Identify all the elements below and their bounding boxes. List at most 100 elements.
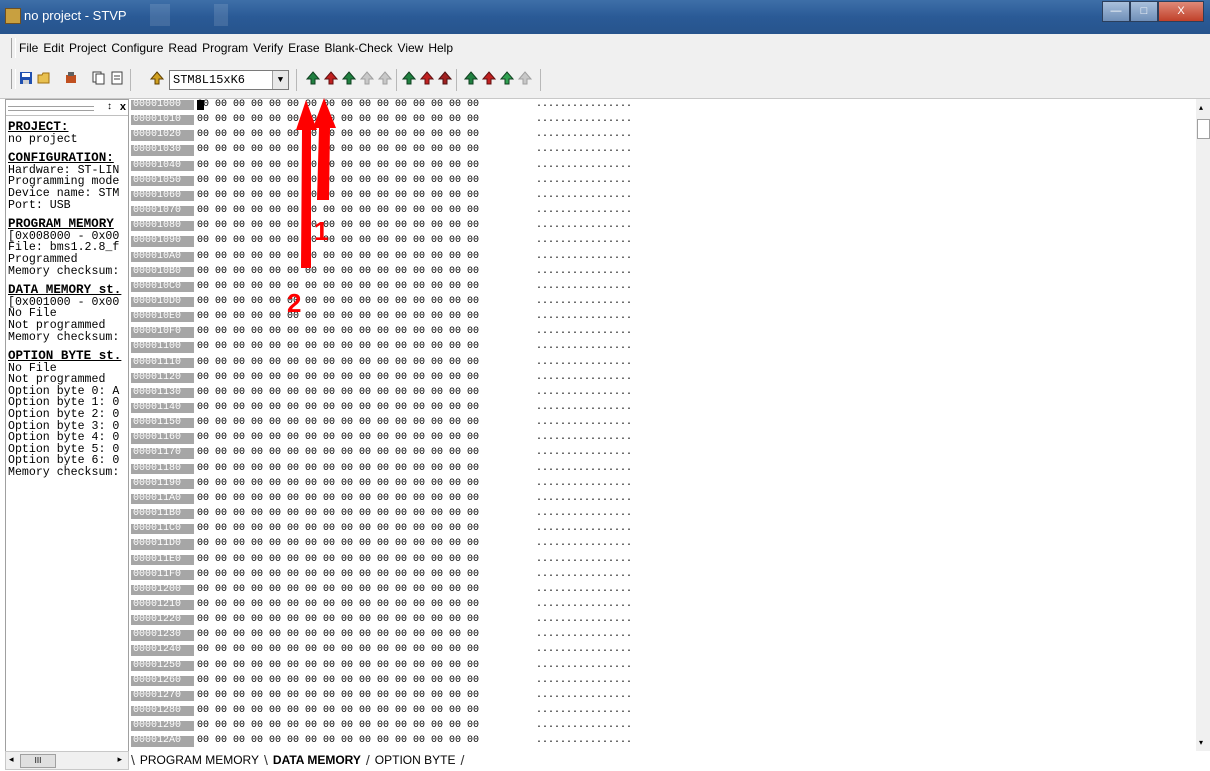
row-bytes[interactable]: 00 00 00 00 00 00 00 00 00 00 00 00 00 0… [197, 417, 479, 428]
row-bytes[interactable]: 00 00 00 00 00 00 00 00 00 00 00 00 00 0… [197, 554, 479, 565]
row-bytes[interactable]: 00 00 00 00 00 00 00 00 00 00 00 00 00 0… [197, 402, 479, 413]
menu-bar: File Edit Project Configure Read Program… [0, 34, 1210, 63]
scroll-up-icon[interactable]: ▴ [1199, 103, 1203, 112]
memory-hex-view[interactable]: 00001000 00 00 00 00 00 00 00 00 00 00 00… [131, 99, 1195, 751]
row-bytes[interactable]: 00 00 00 00 00 00 00 00 00 00 00 00 00 0… [197, 645, 479, 656]
row-ascii: ................ [536, 659, 633, 671]
scroll-thumb[interactable] [1197, 119, 1210, 139]
row-bytes[interactable]: 00 00 00 00 00 00 00 00 00 00 00 00 00 0… [197, 251, 479, 262]
row-bytes[interactable]: 00 00 00 00 00 00 00 00 00 00 00 00 00 0… [197, 99, 479, 110]
row-bytes[interactable]: 00 00 00 00 00 00 00 00 00 00 00 00 00 0… [197, 205, 479, 216]
close-button[interactable]: X [1158, 1, 1204, 22]
row-bytes[interactable]: 00 00 00 00 00 00 00 00 00 00 00 00 00 0… [197, 175, 479, 186]
menu-erase[interactable]: Erase [288, 41, 319, 55]
device-select[interactable]: STM8L15xK6 ▼ [169, 70, 289, 90]
read-current-tab-icon[interactable] [306, 71, 320, 85]
tab-program-memory[interactable]: PROGRAM MEMORY [137, 752, 262, 768]
row-bytes[interactable]: 00 00 00 00 00 00 00 00 00 00 00 00 00 0… [197, 220, 479, 231]
row-bytes[interactable]: 00 00 00 00 00 00 00 00 00 00 00 00 00 0… [197, 720, 479, 731]
row-bytes[interactable]: 00 00 00 00 00 00 00 00 00 00 00 00 00 0… [197, 129, 479, 140]
row-address: 00001000 [131, 99, 194, 111]
row-address: 00001190 [131, 478, 194, 490]
menu-configure[interactable]: Configure [111, 41, 163, 55]
program-current-tab-icon[interactable] [324, 71, 338, 85]
chevron-down-icon[interactable]: ▼ [272, 71, 288, 89]
close-panel-icon[interactable]: x [120, 101, 126, 113]
row-bytes[interactable]: 00 00 00 00 00 00 00 00 00 00 00 00 00 0… [197, 569, 479, 580]
read-option-icon[interactable] [464, 71, 478, 85]
pin-icon[interactable]: ↕ [107, 101, 112, 112]
row-bytes[interactable]: 00 00 00 00 00 00 00 00 00 00 00 00 00 0… [197, 660, 479, 671]
row-bytes[interactable]: 00 00 00 00 00 00 00 00 00 00 00 00 00 0… [197, 236, 479, 247]
menu-verify[interactable]: Verify [253, 41, 283, 55]
program-chip-icon[interactable] [64, 71, 78, 85]
menu-file[interactable]: File [19, 41, 38, 55]
row-ascii: ................ [536, 432, 633, 444]
row-bytes[interactable]: 00 00 00 00 00 00 00 00 00 00 00 00 00 0… [197, 599, 479, 610]
erase-option-icon[interactable] [518, 71, 532, 85]
read-all-icon[interactable] [402, 71, 416, 85]
info-line: Memory checksum: [8, 264, 120, 278]
row-bytes[interactable]: 00 00 00 00 00 00 00 00 00 00 00 00 00 0… [197, 387, 479, 398]
menu-project[interactable]: Project [69, 41, 106, 55]
program-all-icon[interactable] [420, 71, 434, 85]
scroll-right-icon[interactable]: ▸ [117, 754, 122, 765]
program-option-icon[interactable] [482, 71, 496, 85]
row-bytes[interactable]: 00 00 00 00 00 00 00 00 00 00 00 00 00 0… [197, 508, 479, 519]
scroll-thumb[interactable]: III [20, 754, 56, 768]
row-bytes[interactable]: 00 00 00 00 00 00 00 00 00 00 00 00 00 0… [197, 114, 479, 125]
row-bytes[interactable]: 00 00 00 00 00 00 00 00 00 00 00 00 00 0… [197, 463, 479, 474]
row-bytes[interactable]: 00 00 00 00 00 00 00 00 00 00 00 00 00 0… [197, 675, 479, 686]
row-bytes[interactable]: 00 00 00 00 00 00 00 00 00 00 00 00 00 0… [197, 326, 479, 337]
maximize-button[interactable]: □ [1130, 1, 1158, 22]
row-bytes[interactable]: 00 00 00 00 00 00 00 00 00 00 00 00 00 0… [197, 478, 479, 489]
minimize-button[interactable]: — [1102, 1, 1130, 22]
row-bytes[interactable]: 00 00 00 00 00 00 00 00 00 00 00 00 00 0… [197, 690, 479, 701]
scroll-left-icon[interactable]: ◂ [9, 754, 14, 765]
row-bytes[interactable]: 00 00 00 00 00 00 00 00 00 00 00 00 00 0… [197, 266, 479, 277]
info-panel-scrollbar[interactable]: ◂ III ▸ [5, 751, 129, 770]
row-bytes[interactable]: 00 00 00 00 00 00 00 00 00 00 00 00 00 0… [197, 448, 479, 459]
menu-edit[interactable]: Edit [43, 41, 64, 55]
row-bytes[interactable]: 00 00 00 00 00 00 00 00 00 00 00 00 00 0… [197, 539, 479, 550]
row-bytes[interactable]: 00 00 00 00 00 00 00 00 00 00 00 00 00 0… [197, 493, 479, 504]
row-bytes[interactable]: 00 00 00 00 00 00 00 00 00 00 00 00 00 0… [197, 357, 479, 368]
save-icon[interactable] [19, 71, 33, 85]
row-bytes[interactable]: 00 00 00 00 00 00 00 00 00 00 00 00 00 0… [197, 145, 479, 156]
blank-check-current-tab-icon[interactable] [378, 71, 392, 85]
row-address: 00001140 [131, 402, 194, 414]
row-bytes[interactable]: 00 00 00 00 00 00 00 00 00 00 00 00 00 0… [197, 281, 479, 292]
row-bytes[interactable]: 00 00 00 00 00 00 00 00 00 00 00 00 00 0… [197, 311, 479, 322]
row-bytes[interactable]: 00 00 00 00 00 00 00 00 00 00 00 00 00 0… [197, 629, 479, 640]
verify-current-tab-icon[interactable] [342, 71, 356, 85]
row-bytes[interactable]: 00 00 00 00 00 00 00 00 00 00 00 00 00 0… [197, 296, 479, 307]
row-bytes[interactable]: 00 00 00 00 00 00 00 00 00 00 00 00 00 0… [197, 705, 479, 716]
row-bytes[interactable]: 00 00 00 00 00 00 00 00 00 00 00 00 00 0… [197, 735, 479, 746]
menu-program[interactable]: Program [202, 41, 248, 55]
row-bytes[interactable]: 00 00 00 00 00 00 00 00 00 00 00 00 00 0… [197, 432, 479, 443]
row-ascii: ................ [536, 311, 633, 323]
menu-blank-check[interactable]: Blank-Check [325, 41, 393, 55]
row-bytes[interactable]: 00 00 00 00 00 00 00 00 00 00 00 00 00 0… [197, 342, 479, 353]
menu-view[interactable]: View [398, 41, 424, 55]
scroll-down-icon[interactable]: ▾ [1199, 738, 1203, 747]
tab-option-byte[interactable]: OPTION BYTE [372, 752, 459, 768]
row-bytes[interactable]: 00 00 00 00 00 00 00 00 00 00 00 00 00 0… [197, 160, 479, 171]
verify-all-icon[interactable] [438, 71, 452, 85]
open-folder-icon[interactable] [37, 71, 51, 85]
row-address: 00001270 [131, 690, 194, 702]
menu-help[interactable]: Help [428, 41, 453, 55]
tab-data-memory[interactable]: DATA MEMORY [270, 752, 364, 768]
document-icon[interactable] [110, 71, 124, 85]
row-address: 00001220 [131, 614, 194, 626]
row-bytes[interactable]: 00 00 00 00 00 00 00 00 00 00 00 00 00 0… [197, 372, 479, 383]
row-bytes[interactable]: 00 00 00 00 00 00 00 00 00 00 00 00 00 0… [197, 614, 479, 625]
row-bytes[interactable]: 00 00 00 00 00 00 00 00 00 00 00 00 00 0… [197, 190, 479, 201]
copy-icon[interactable] [92, 71, 106, 85]
erase-current-tab-icon[interactable] [360, 71, 374, 85]
hex-view-scrollbar[interactable]: ▴ ▾ [1196, 99, 1210, 751]
row-bytes[interactable]: 00 00 00 00 00 00 00 00 00 00 00 00 00 0… [197, 584, 479, 595]
row-bytes[interactable]: 00 00 00 00 00 00 00 00 00 00 00 00 00 0… [197, 523, 479, 534]
verify-option-icon[interactable] [500, 71, 514, 85]
menu-read[interactable]: Read [168, 41, 197, 55]
